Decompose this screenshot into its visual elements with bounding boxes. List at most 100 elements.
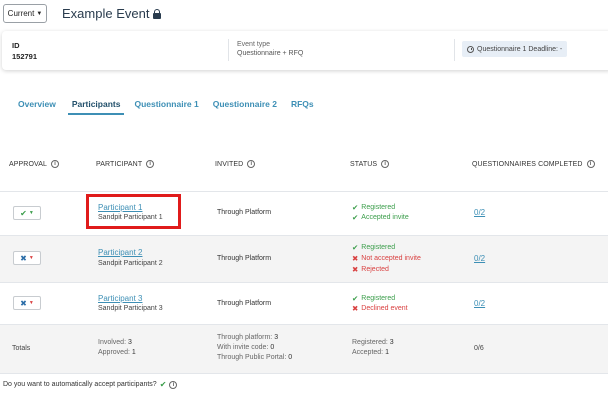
divider: [454, 39, 455, 61]
column-header-status: STATUS i: [350, 160, 390, 168]
invited-value: Through Platform: [217, 255, 272, 262]
close-icon: ✖: [352, 304, 359, 313]
info-icon[interactable]: i: [146, 160, 155, 168]
info-icon[interactable]: i: [247, 160, 256, 168]
column-header-participant: PARTICIPANT i: [96, 160, 155, 168]
status-accepted-invite: ✔ Accepted invite: [352, 213, 409, 222]
invited-value: Through Platform: [217, 300, 272, 307]
totals-accepted: Accepted: 1: [352, 349, 389, 356]
close-icon: ✖: [20, 253, 27, 263]
event-info-card: ID 152791 Event type Questionnaire + RFQ…: [2, 31, 608, 70]
totals-accepted-label: Accepted:: [352, 349, 384, 356]
totals-involved: Involved: 3: [98, 339, 132, 346]
status-text: Rejected: [361, 266, 389, 273]
event-type-label: Event type: [237, 41, 271, 48]
clock-icon: [467, 45, 474, 53]
column-header-questionnaires: QUESTIONNAIRES COMPLETED i: [472, 160, 595, 168]
column-header-label: STATUS: [350, 160, 378, 168]
highlight-box: [86, 194, 181, 229]
caret-down-icon: ▼: [28, 300, 34, 306]
version-select[interactable]: Current ▼: [3, 4, 47, 23]
status-text: Registered: [361, 244, 396, 251]
status-registered: ✔ Registered: [352, 243, 395, 252]
event-title: Example Event: [62, 6, 162, 21]
totals-approved-label: Approved:: [98, 349, 130, 356]
check-icon: ✔: [352, 213, 359, 222]
tab-overview[interactable]: Overview: [18, 99, 56, 115]
tab-questionnaire-1[interactable]: Questionnaire 1: [134, 99, 198, 115]
totals-invite-code: With invite code: 0: [217, 344, 274, 351]
column-header-label: APPROVAL: [9, 160, 48, 168]
status-text: Accepted invite: [361, 214, 409, 221]
version-label: Current: [7, 9, 35, 18]
totals-accepted-value: 1: [385, 349, 389, 356]
totals-registered-value: 3: [389, 339, 394, 346]
totals-registered-label: Registered:: [352, 339, 388, 346]
approval-dropdown[interactable]: ✔ ▼: [13, 206, 41, 220]
status-declined: ✖ Declined event: [352, 304, 408, 313]
totals-through-platform-value: 3: [274, 334, 279, 341]
approval-dropdown[interactable]: ✖ ▼: [13, 251, 41, 265]
status-not-accepted: ✖ Not accepted invite: [352, 254, 421, 263]
deadline-text: Questionnaire 1 Deadline: -: [477, 45, 563, 53]
table-row: ✖ ▼ Participant 2 Sandpit Participant 2 …: [0, 235, 608, 282]
status-text: Registered: [361, 295, 396, 302]
auto-accept-text: Do you want to automatically accept part…: [3, 381, 157, 388]
totals-approved-value: 1: [131, 349, 136, 356]
status-registered: ✔ Registered: [352, 203, 395, 212]
close-icon: ✖: [352, 254, 359, 263]
totals-involved-value: 3: [127, 339, 132, 346]
deadline-chip: Questionnaire 1 Deadline: -: [462, 41, 568, 57]
caret-down-icon: ▼: [28, 255, 34, 261]
event-id-value: 152791: [12, 52, 38, 61]
questionnaires-link[interactable]: 0/2: [474, 299, 485, 308]
check-icon[interactable]: ✔: [160, 380, 167, 389]
totals-invite-code-label: With invite code:: [217, 344, 269, 351]
participant-link[interactable]: Participant 2: [98, 248, 142, 257]
totals-public-portal-value: 0: [288, 354, 293, 361]
tab-questionnaire-2[interactable]: Questionnaire 2: [213, 99, 277, 115]
check-icon: ✔: [20, 208, 27, 218]
questionnaires-link[interactable]: 0/2: [474, 254, 485, 263]
totals-through-platform: Through platform: 3: [217, 334, 278, 341]
totals-label: Totals: [12, 345, 31, 352]
caret-down-icon: ▼: [36, 10, 43, 17]
participant-link[interactable]: Participant 3: [98, 294, 142, 303]
event-type: Event type Questionnaire + RFQ: [237, 41, 303, 57]
invited-value: Through Platform: [217, 209, 272, 216]
info-icon[interactable]: i: [169, 380, 178, 389]
info-icon[interactable]: i: [51, 160, 60, 168]
close-icon: ✖: [352, 265, 359, 274]
info-icon[interactable]: i: [586, 160, 595, 168]
divider: [228, 39, 229, 61]
auto-accept-question: Do you want to automatically accept part…: [3, 380, 178, 389]
event-type-value: Questionnaire + RFQ: [237, 50, 304, 57]
totals-public-portal: Through Public Portal: 0: [217, 354, 292, 361]
totals-questionnaires: 0/6: [474, 345, 484, 352]
status-rejected: ✖ Rejected: [352, 265, 389, 274]
tab-bar: Overview Participants Questionnaire 1 Qu…: [18, 99, 314, 115]
approval-dropdown[interactable]: ✖ ▼: [13, 296, 41, 310]
lock-icon: [153, 8, 162, 19]
tab-rfqs[interactable]: RFQs: [291, 99, 314, 115]
column-header-label: QUESTIONNAIRES COMPLETED: [472, 160, 583, 168]
check-icon: ✔: [352, 203, 359, 212]
info-icon[interactable]: i: [381, 160, 390, 168]
totals-registered: Registered: 3: [352, 339, 394, 346]
status-text: Registered: [361, 204, 396, 211]
status-text: Not accepted invite: [361, 255, 421, 262]
column-header-invited: INVITED i: [215, 160, 256, 168]
check-icon: ✔: [352, 243, 359, 252]
participant-subtitle: Sandpit Participant 3: [98, 305, 163, 312]
caret-down-icon: ▼: [28, 210, 34, 216]
tab-participants[interactable]: Participants: [67, 99, 125, 115]
totals-involved-label: Involved:: [98, 339, 127, 346]
totals-row: Totals Involved: 3 Approved: 1 Through p…: [0, 324, 608, 374]
totals-public-portal-label: Through Public Portal:: [217, 354, 287, 361]
column-header-label: PARTICIPANT: [96, 160, 143, 168]
questionnaires-link[interactable]: 0/2: [474, 208, 485, 217]
totals-through-platform-label: Through platform:: [217, 334, 273, 341]
event-title-text: Example Event: [62, 6, 150, 21]
totals-approved: Approved: 1: [98, 349, 136, 356]
status-registered: ✔ Registered: [352, 294, 395, 303]
